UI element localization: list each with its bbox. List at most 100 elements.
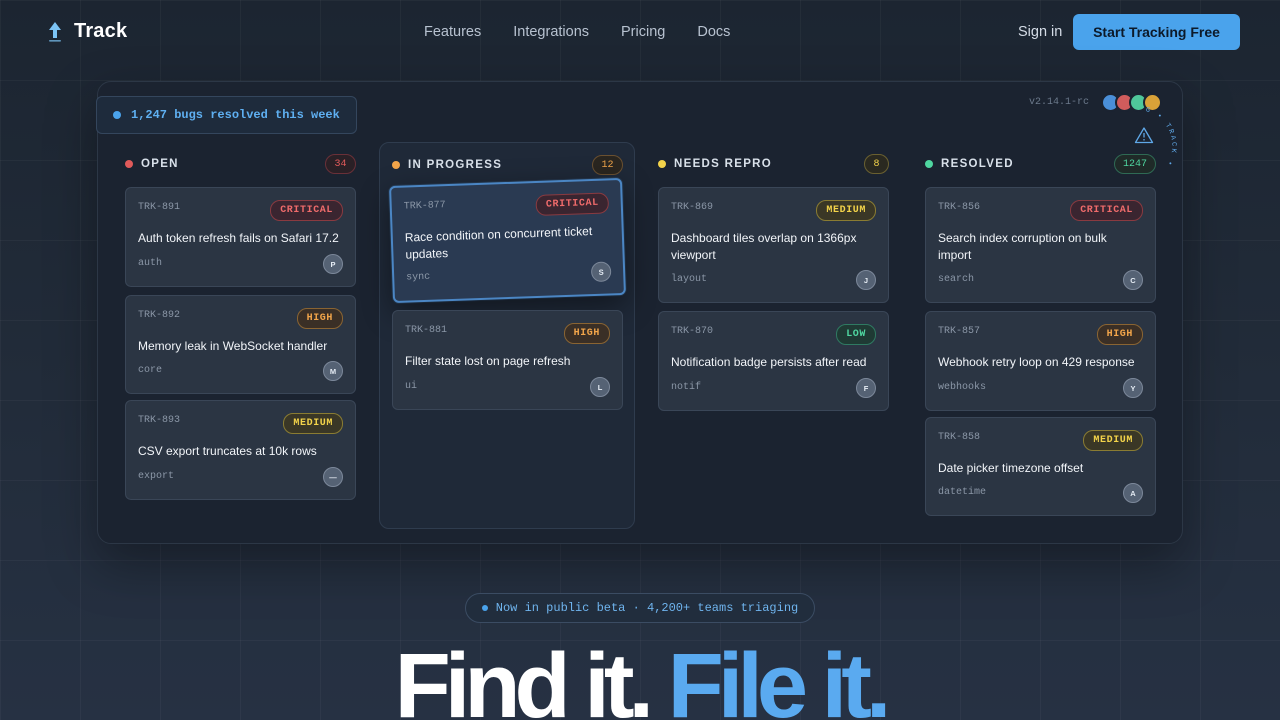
bug-card-trk-856[interactable]: TRK-856 CRITICAL Search index corruption… (925, 187, 1156, 303)
card-title: Notification badge persists after read (671, 355, 867, 369)
card-title: Auth token refresh fails on Safari 17.2 (138, 231, 339, 245)
assignee-avatar: J (856, 270, 876, 290)
severity-badge: HIGH (563, 323, 610, 344)
column-title: IN PROGRESS (408, 159, 503, 171)
card-id: TRK-893 (138, 415, 181, 426)
beta-badge-text: Now in public beta · 4,200+ teams triagi… (495, 601, 799, 615)
column-count-badge: 1247 (1114, 154, 1156, 174)
card-id: TRK-869 (671, 202, 714, 213)
column-status-dot (125, 160, 133, 168)
hero-headline-part1: Find it. (394, 635, 668, 720)
bug-card-trk-877[interactable]: TRK-877 CRITICAL Race condition on concu… (389, 177, 626, 304)
card-tag: core (138, 365, 163, 376)
card-tag: search (938, 274, 975, 285)
card-tag: auth (138, 258, 163, 269)
logo-icon (49, 21, 61, 42)
version-label: v2.14.1-rc (1029, 97, 1090, 108)
brand-name: Track (74, 20, 128, 42)
column-status-dot (658, 160, 666, 168)
assignee-avatar: Y (1123, 378, 1143, 398)
column-title: RESOLVED (941, 158, 1014, 170)
card-tag: export (138, 471, 175, 482)
hero-headline-part2: File it. (667, 635, 892, 720)
column-count-badge: 12 (592, 155, 623, 175)
nav-link-pricing[interactable]: Pricing (621, 24, 665, 40)
nav-link-features[interactable]: Features (424, 24, 481, 40)
assignee-avatar: A (1123, 483, 1143, 503)
bug-card-trk-891[interactable]: TRK-891 CRITICAL Auth token refresh fail… (125, 187, 356, 287)
severity-badge: CRITICAL (535, 192, 610, 216)
column-header: OPEN 34 (111, 154, 356, 176)
column-title: OPEN (141, 158, 179, 170)
card-title: Search index corruption on bulk import (938, 231, 1107, 262)
bug-card-trk-858[interactable]: TRK-858 MEDIUM Date picker timezone offs… (925, 417, 1156, 516)
card-id: TRK-870 (671, 326, 714, 337)
card-id: TRK-891 (138, 202, 181, 213)
card-id: TRK-892 (138, 310, 181, 321)
resolved-banner: 1,247 bugs resolved this week (96, 96, 357, 134)
severity-badge: LOW (836, 324, 876, 345)
bug-card-trk-881[interactable]: TRK-881 HIGH Filter state lost on page r… (392, 310, 623, 410)
card-id: TRK-857 (938, 326, 981, 337)
column-status-dot (392, 161, 400, 169)
card-title: Dashboard tiles overlap on 1366px viewpo… (671, 231, 857, 262)
bug-card-trk-857[interactable]: TRK-857 HIGH Webhook retry loop on 429 r… (925, 311, 1156, 411)
bug-card-trk-892[interactable]: TRK-892 HIGH Memory leak in WebSocket ha… (125, 295, 356, 394)
column-title-wrap: OPEN (125, 158, 179, 170)
column-header: RESOLVED 1247 (911, 154, 1156, 176)
assignee-avatar: — (323, 467, 343, 487)
card-title: CSV export truncates at 10k rows (138, 444, 317, 458)
card-tag: notif (671, 382, 702, 393)
card-tag: sync (406, 271, 431, 284)
beta-dot (481, 605, 488, 611)
start-tracking-button[interactable]: Start Tracking Free (1073, 14, 1240, 50)
card-id: TRK-877 (403, 200, 446, 213)
sign-in-link[interactable]: Sign in (1018, 24, 1062, 40)
card-tag: webhooks (938, 382, 987, 393)
column-count-badge: 34 (325, 154, 356, 174)
severity-badge: HIGH (1096, 324, 1143, 345)
card-tag: ui (405, 381, 418, 392)
brand-logo[interactable]: Track (46, 20, 127, 43)
card-id: TRK-856 (938, 202, 981, 213)
severity-badge: MEDIUM (283, 413, 343, 434)
column-status-dot (925, 160, 933, 168)
beta-badge[interactable]: Now in public beta · 4,200+ teams triagi… (465, 593, 815, 623)
status-dot (113, 111, 121, 119)
assignee-avatar: P (323, 254, 343, 274)
card-title: Filter state lost on page refresh (405, 354, 571, 368)
assignee-avatar: F (856, 378, 876, 398)
card-title: Memory leak in WebSocket handler (138, 339, 328, 353)
card-title: Race condition on concurrent ticket upda… (404, 224, 593, 262)
severity-badge: CRITICAL (1070, 200, 1143, 221)
column-in-progress: IN PROGRESS 12 TRK-877 CRITICAL Race con… (379, 142, 635, 529)
card-title: Date picker timezone offset (938, 461, 1084, 475)
column-count-badge: 8 (864, 154, 889, 174)
bug-card-trk-893[interactable]: TRK-893 MEDIUM CSV export truncates at 1… (125, 400, 356, 500)
bug-card-trk-870[interactable]: TRK-870 LOW Notification badge persists … (658, 311, 889, 411)
column-header: IN PROGRESS 12 (380, 155, 623, 177)
severity-badge: CRITICAL (270, 200, 343, 221)
nav-links: Features Integrations Pricing Docs (424, 24, 730, 40)
assignee-avatar: M (323, 361, 343, 381)
card-tag: datetime (938, 487, 987, 498)
resolved-banner-text: 1,247 bugs resolved this week (131, 108, 340, 122)
column-title-wrap: NEEDS REPRO (658, 158, 772, 170)
assignee-avatar: S (590, 261, 612, 283)
card-id: TRK-858 (938, 432, 981, 443)
column-title-wrap: IN PROGRESS (392, 159, 502, 171)
severity-badge: MEDIUM (1083, 430, 1143, 451)
assignee-avatar: L (590, 377, 610, 397)
severity-badge: HIGH (296, 308, 343, 329)
assignee-avatar: C (1123, 270, 1143, 290)
column-header: NEEDS REPRO 8 (644, 154, 889, 176)
top-navigation: Track Features Integrations Pricing Docs… (0, 0, 1280, 64)
card-id: TRK-881 (405, 325, 448, 336)
nav-link-integrations[interactable]: Integrations (513, 24, 589, 40)
column-title: NEEDS REPRO (674, 158, 773, 170)
bug-card-trk-869[interactable]: TRK-869 MEDIUM Dashboard tiles overlap o… (658, 187, 889, 303)
nav-link-docs[interactable]: Docs (697, 24, 730, 40)
severity-badge: MEDIUM (816, 200, 876, 221)
card-title: Webhook retry loop on 429 response (938, 355, 1135, 369)
card-tag: layout (671, 274, 708, 285)
